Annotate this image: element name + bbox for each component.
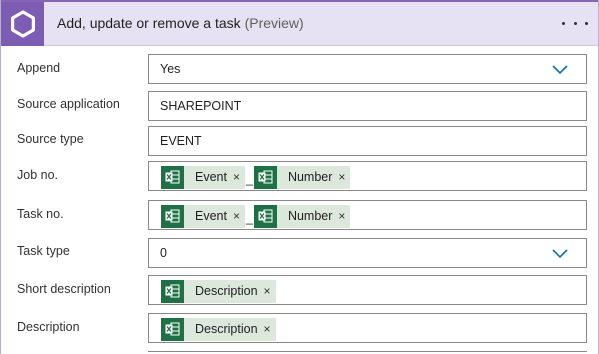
more-ellipsis-icon xyxy=(562,21,565,25)
job-no-input[interactable]: Event × _ Number × xyxy=(148,161,587,191)
excel-icon xyxy=(253,165,277,189)
short-description-input[interactable]: Description × xyxy=(148,275,587,305)
token-label: Event xyxy=(195,170,227,184)
token-remove-icon[interactable]: × xyxy=(233,170,240,184)
more-ellipsis-dot xyxy=(585,21,588,25)
token-remove-icon[interactable]: × xyxy=(233,209,240,223)
dynamic-token-number[interactable]: Number × xyxy=(253,165,351,189)
action-header[interactable]: Add, update or remove a task (Preview) xyxy=(1,0,598,46)
source-application-input[interactable]: SHAREPOINT xyxy=(148,91,587,121)
field-label-append: Append xyxy=(17,61,61,75)
field-label-task-no: Task no. xyxy=(17,207,64,221)
field-label-short-description: Short description xyxy=(17,282,111,296)
source-type-value: EVENT xyxy=(160,134,202,148)
token-separator: _ xyxy=(245,211,253,225)
field-label-source-application: Source application xyxy=(17,97,120,111)
token-remove-icon[interactable]: × xyxy=(338,209,345,223)
excel-icon xyxy=(161,204,184,228)
action-title-text: Add, update or remove a task xyxy=(57,15,241,31)
token-remove-icon[interactable]: × xyxy=(338,170,345,184)
description-input[interactable]: Description × xyxy=(148,313,587,343)
token-label: Number xyxy=(287,209,333,223)
source-type-input[interactable]: EVENT xyxy=(148,126,587,156)
field-label-job-no: Job no. xyxy=(17,168,59,182)
action-card: Add, update or remove a task (Preview) A… xyxy=(0,0,599,354)
excel-icon xyxy=(161,317,184,341)
token-label: Number xyxy=(287,170,333,184)
more-options-button[interactable] xyxy=(562,15,588,31)
excel-icon xyxy=(253,204,277,228)
token-label: Description xyxy=(195,322,258,336)
token-separator: _ xyxy=(245,172,253,186)
token-label: Description xyxy=(195,284,258,298)
dynamic-token-event[interactable]: Event × xyxy=(161,204,245,228)
token-label: Event xyxy=(195,209,227,223)
dynamic-token-number[interactable]: Number × xyxy=(253,204,351,228)
excel-icon xyxy=(161,279,184,303)
dynamic-token-description[interactable]: Description × xyxy=(161,317,276,341)
token-remove-icon[interactable]: × xyxy=(264,284,271,298)
field-label-source-type: Source type xyxy=(17,132,84,146)
chevron-down-icon xyxy=(552,65,568,75)
field-label-description: Description xyxy=(17,320,80,334)
task-type-value: 0 xyxy=(160,246,167,260)
dynamic-token-event[interactable]: Event × xyxy=(161,165,245,189)
excel-icon xyxy=(161,165,184,189)
source-application-value: SHAREPOINT xyxy=(160,99,242,113)
field-label-task-type: Task type xyxy=(17,244,70,258)
connector-logo-icon xyxy=(1,2,44,46)
more-ellipsis-dot xyxy=(573,21,577,25)
task-no-input[interactable]: Event × _ Number × xyxy=(148,200,587,230)
dynamic-token-description[interactable]: Description × xyxy=(161,279,276,303)
preview-badge: (Preview) xyxy=(244,15,304,31)
chevron-down-icon xyxy=(552,249,568,259)
append-value: Yes xyxy=(160,62,181,76)
action-title: Add, update or remove a task (Preview) xyxy=(57,15,304,31)
task-type-dropdown[interactable]: 0 xyxy=(148,238,587,268)
token-remove-icon[interactable]: × xyxy=(264,322,271,336)
append-dropdown[interactable]: Yes xyxy=(148,54,587,84)
